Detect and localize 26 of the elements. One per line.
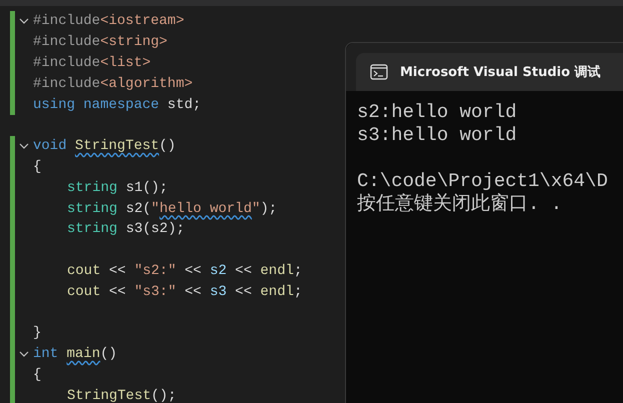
fold-chevron-icon[interactable] xyxy=(19,351,29,358)
code-line: StringTest(); xyxy=(67,386,176,403)
console-output-line: C:\code\Project1\x64\D xyxy=(357,170,609,193)
code-line: { xyxy=(33,366,42,385)
fold-chevron-icon[interactable] xyxy=(19,18,29,24)
code-line: using namespace std; xyxy=(33,96,202,115)
code-line: int main() xyxy=(33,345,118,364)
code-line: #include<iostream> xyxy=(33,12,184,32)
code-line: void StringTest() xyxy=(33,137,176,156)
code-line: string s1(); xyxy=(67,178,168,198)
console-output-line: s3:hello world xyxy=(357,124,518,147)
console-icon xyxy=(370,64,388,80)
code-line: #include<list> xyxy=(33,54,151,73)
code-line: { xyxy=(33,158,42,177)
code-line: #include<algorithm> xyxy=(33,74,193,94)
code-line: cout << "s2:" << s2 << endl; xyxy=(67,262,302,281)
fold-chevron-icon[interactable] xyxy=(19,143,29,150)
console-title: Microsoft Visual Studio 调试 xyxy=(400,64,601,81)
code-line: string s2("hello world"); xyxy=(67,200,278,219)
console-tab[interactable]: Microsoft Visual Studio 调试 xyxy=(356,53,623,91)
console-output-line: 按任意键关闭此窗口. . xyxy=(357,193,564,216)
console-output-line: s2:hello world xyxy=(357,101,518,124)
code-line: #include<string> xyxy=(33,33,168,52)
code-line: cout << "s3:" << s3 << endl; xyxy=(67,282,302,302)
code-line: string s3(s2); xyxy=(67,220,185,240)
code-line: } xyxy=(33,324,42,344)
